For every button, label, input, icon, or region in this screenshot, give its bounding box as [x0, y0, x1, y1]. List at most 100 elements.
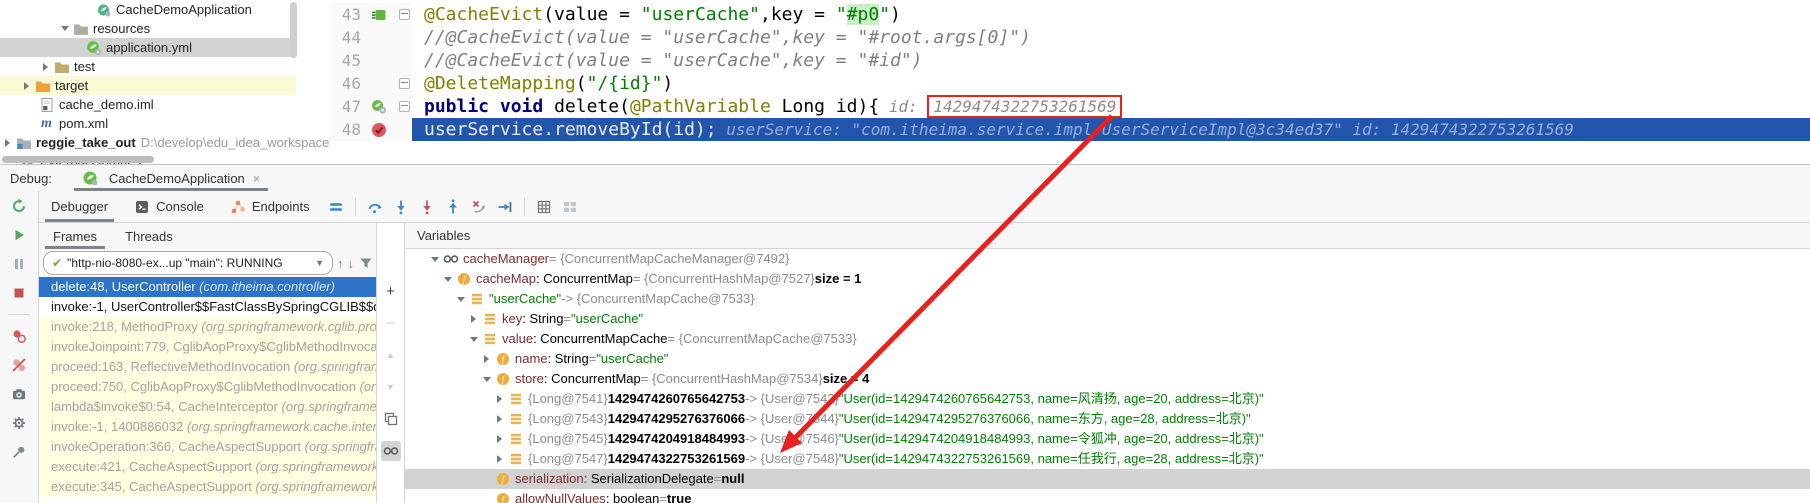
tree-item-target[interactable]: target [0, 76, 330, 95]
thread-dump-camera-button[interactable] [10, 385, 28, 403]
code-editor[interactable]: 43@CacheEvict(value = "userCache",key = … [330, 0, 1810, 164]
tree-item-cachedemoapplication[interactable]: CacheDemoApplication [0, 0, 330, 19]
expanded-arrow-icon[interactable] [483, 377, 491, 382]
collapsed-arrow-icon[interactable] [484, 355, 489, 363]
frame-row[interactable]: invoke:-1, 1400886032 (org.springframewo… [39, 417, 376, 437]
gutter-line-47[interactable]: 47 [330, 95, 412, 118]
expanded-arrow-icon[interactable] [444, 277, 452, 282]
bean-icon[interactable] [361, 7, 397, 23]
debug-tab-cachedemoapplication[interactable]: CacheDemoApplication × [72, 165, 270, 191]
thread-selector[interactable]: ✔ "http-nio-8080-ex...up "main": RUNNING… [43, 251, 333, 275]
hamburger-menu-button[interactable] [324, 195, 348, 219]
collapsed-arrow-icon[interactable] [471, 315, 476, 323]
collapsed-arrow-icon[interactable] [497, 435, 502, 443]
duplicate-watch-button[interactable] [381, 409, 401, 429]
code-line-43[interactable]: 43@CacheEvict(value = "userCache",key = … [330, 3, 1810, 26]
frame-row[interactable]: invokeJoinpoint:779, CglibAopProxy$Cglib… [39, 337, 376, 357]
code-text[interactable]: @CacheEvict(value = "userCache",key = "#… [412, 3, 1810, 26]
code-text[interactable]: public void delete(@PathVariable Long id… [412, 95, 1810, 118]
variable-row[interactable]: fcacheMap: ConcurrentMap = {ConcurrentHa… [405, 269, 1810, 289]
expanded-arrow-icon[interactable] [61, 26, 69, 31]
gutter-line-44[interactable]: 44 [330, 26, 412, 49]
tree-vertical-scrollbar[interactable] [290, 2, 297, 58]
gutter-line-48[interactable]: 48 [330, 118, 412, 141]
fold-icon[interactable] [399, 9, 410, 20]
collapsed-arrow-icon[interactable] [497, 415, 502, 423]
step-out-button[interactable] [441, 195, 465, 219]
variable-row[interactable]: {Long@7545} 1429474204918484993 -> {User… [405, 429, 1810, 449]
filter-funnel-icon[interactable] [358, 254, 374, 272]
variable-row[interactable]: {Long@7547} 1429474322753261569 -> {User… [405, 449, 1810, 469]
evaluate-expression-button[interactable] [532, 195, 556, 219]
tree-item-reggie-take-out[interactable]: reggie_take_outD:\develop\edu_idea_works… [0, 133, 330, 152]
gutter-line-46[interactable]: 46 [330, 72, 412, 95]
rerun-debug-button[interactable] [10, 197, 28, 215]
tree-item-pom-xml[interactable]: mpom.xml [0, 114, 330, 133]
collapsed-arrow-icon[interactable] [497, 455, 502, 463]
code-line-47[interactable]: 47public void delete(@PathVariable Long … [330, 95, 1810, 118]
remove-watch-button[interactable]: − [381, 313, 401, 333]
frame-row[interactable]: execute:421, CacheAspectSupport (org.spr… [39, 457, 376, 477]
run-to-cursor-button[interactable] [493, 195, 517, 219]
code-line-48[interactable]: 48 userService.removeById(id); userServi… [330, 118, 1810, 141]
code-line-46[interactable]: 46@DeleteMapping("/{id}") [330, 72, 1810, 95]
variable-row[interactable]: fname: String = "userCache" [405, 349, 1810, 369]
variable-row[interactable]: "userCache" -> {ConcurrentMapCache@7533} [405, 289, 1810, 309]
settings-gear-button[interactable] [10, 414, 28, 432]
tab-frames[interactable]: Frames [39, 223, 111, 249]
step-into-button[interactable] [389, 195, 413, 219]
frame-row[interactable]: proceed:163, ReflectiveMethodInvocation … [39, 357, 376, 377]
frame-row[interactable]: proceed:750, CglibAopProxy$CglibMethodIn… [39, 377, 376, 397]
expanded-arrow-icon[interactable] [431, 257, 439, 262]
collapsed-arrow-icon[interactable] [43, 63, 48, 71]
code-text[interactable]: //@CacheEvict(value = "userCache",key = … [412, 49, 1810, 72]
down-arrow-icon[interactable]: ↓ [348, 254, 355, 272]
frame-row[interactable]: invokeOperation:366, CacheAspectSupport … [39, 437, 376, 457]
code-text[interactable]: @DeleteMapping("/{id}") [412, 72, 1810, 95]
expanded-arrow-icon[interactable] [457, 297, 465, 302]
tree-item-test[interactable]: test [0, 57, 330, 76]
resume-program-button[interactable] [10, 226, 28, 244]
step-over-button[interactable] [363, 195, 387, 219]
variable-row[interactable]: value: ConcurrentMapCache = {ConcurrentM… [405, 329, 1810, 349]
move-watch-down-button[interactable]: ▼ [381, 377, 401, 397]
code-line-44[interactable]: 44//@CacheEvict(value = "userCache",key … [330, 26, 1810, 49]
frame-row[interactable]: invoke:-1, UserController$$FastClassBySp… [39, 297, 376, 317]
drop-frame-button[interactable] [467, 195, 491, 219]
tab-console[interactable]: Console [122, 191, 216, 222]
add-watch-button[interactable]: + [381, 281, 401, 301]
code-line-45[interactable]: 45//@CacheEvict(value = "userCache",key … [330, 49, 1810, 72]
collapsed-arrow-icon[interactable] [24, 82, 29, 90]
layout-settings-button[interactable] [558, 195, 582, 219]
move-watch-up-button[interactable]: ▲ [381, 345, 401, 365]
pin-button[interactable] [10, 443, 28, 461]
variable-row[interactable]: fallowNullValues: boolean = true [405, 489, 1810, 503]
variable-row[interactable]: fserialization: SerializationDelegate = … [405, 469, 1810, 489]
variable-row[interactable]: cacheManager = {ConcurrentMapCacheManage… [405, 249, 1810, 269]
frame-row[interactable]: lambda$invoke$0:54, CacheInterceptor (or… [39, 397, 376, 417]
tree-item-application-yml[interactable]: application.yml [0, 38, 330, 57]
frame-row[interactable]: execute:345, CacheAspectSupport (org.spr… [39, 477, 376, 497]
tree-item-cache-demo-iml[interactable]: cache_demo.iml [0, 95, 330, 114]
frame-row[interactable]: delete:48, UserController (com.itheima.c… [39, 277, 376, 297]
collapsed-arrow-icon[interactable] [497, 395, 502, 403]
tab-debugger[interactable]: Debugger [39, 191, 120, 222]
variable-row[interactable]: {Long@7541} 1429474260765642753 -> {User… [405, 389, 1810, 409]
fold-icon[interactable] [399, 78, 410, 89]
up-arrow-icon[interactable]: ↑ [337, 254, 344, 272]
collapsed-arrow-icon[interactable] [5, 139, 10, 147]
stop-program-button[interactable] [10, 284, 28, 302]
mute-breakpoints-button[interactable] [10, 356, 28, 374]
spring-leaf-icon[interactable] [361, 99, 397, 115]
tree-horizontal-scrollbar[interactable] [2, 156, 154, 163]
close-icon[interactable]: × [253, 171, 261, 186]
fold-icon[interactable] [399, 101, 410, 112]
pause-program-button[interactable] [10, 255, 28, 273]
tab-endpoints[interactable]: Endpoints [218, 191, 322, 222]
force-step-into-button[interactable] [415, 195, 439, 219]
variable-row[interactable]: {Long@7543} 1429474295276376066 -> {User… [405, 409, 1810, 429]
gutter-line-43[interactable]: 43 [330, 3, 412, 26]
code-text[interactable]: //@CacheEvict(value = "userCache",key = … [412, 26, 1810, 49]
tab-threads[interactable]: Threads [111, 223, 187, 249]
code-text[interactable]: userService.removeById(id); userService:… [412, 118, 1810, 141]
